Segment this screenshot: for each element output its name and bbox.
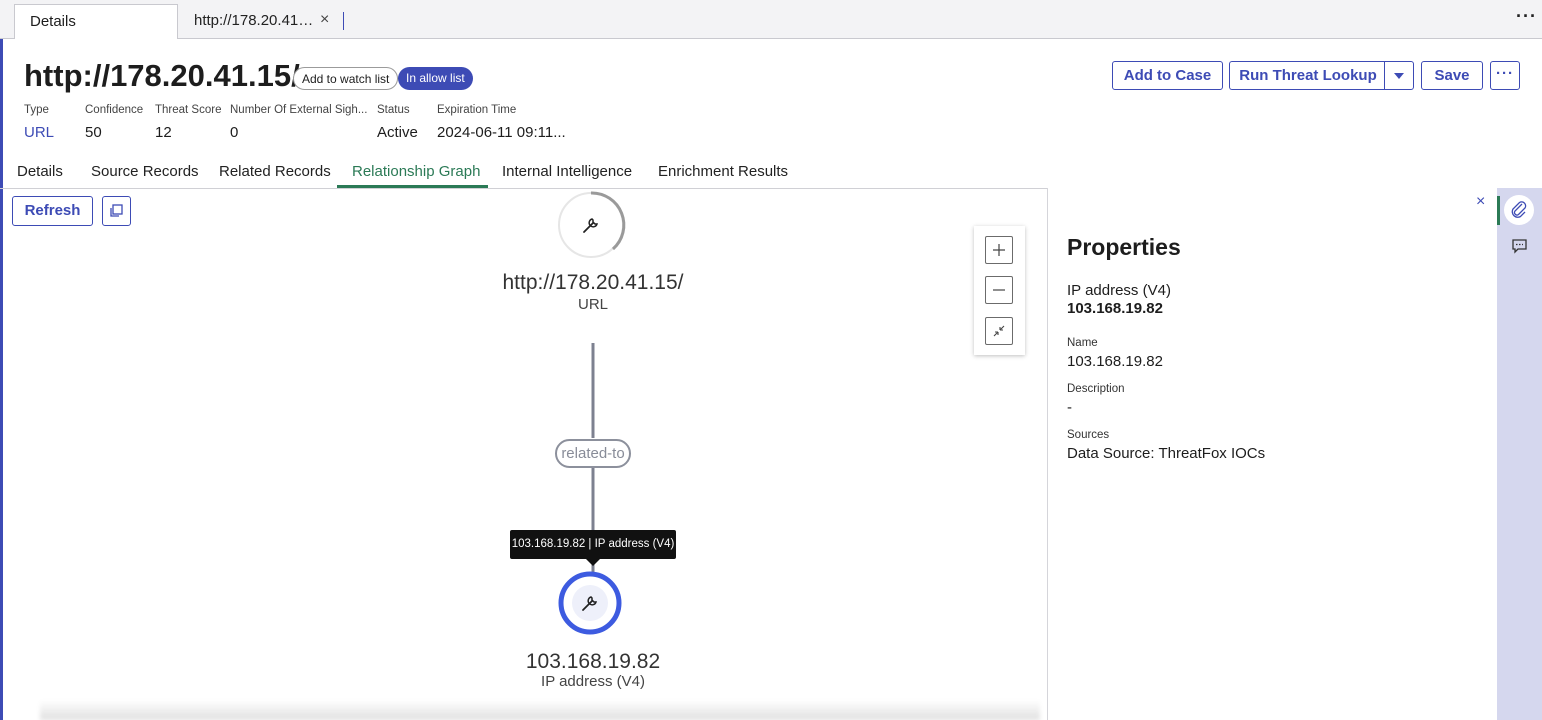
fit-view-button[interactable] [985,317,1013,345]
meta-label: Confidence [85,104,144,116]
property-sources-value: Data Source: ThreatFox IOCs [1067,445,1266,462]
more-options-icon[interactable]: ··· [1516,6,1537,27]
meta-label: Number Of External Sigh... [230,104,368,116]
threat-lookup-dropdown[interactable] [1384,61,1414,90]
tab-divider [343,12,344,30]
meta-value-type-link[interactable]: URL [24,124,54,141]
meta-expiration: Expiration Time 2024-06-11 09:11... [437,104,566,141]
meta-external-sightings: Number Of External Sigh... 0 [230,104,367,141]
page-title: http://178.20.41.15/ [24,58,300,93]
minus-icon [993,289,1005,291]
tab-details-section[interactable]: Details [17,163,63,180]
tab-details[interactable]: Details [14,4,178,39]
tab-source-records[interactable]: Source Records [91,163,199,180]
plus-icon [993,244,1005,256]
property-name-value: 103.168.19.82 [1067,353,1163,370]
tooltip-arrow [586,559,600,566]
target-node-title: 103.168.19.82 [525,650,661,673]
allow-list-badge[interactable]: In allow list [398,67,473,90]
save-button[interactable]: Save [1421,61,1483,90]
property-description-value: - [1067,399,1072,416]
tab-internal-intelligence[interactable]: Internal Intelligence [502,163,632,180]
node-tooltip: 103.168.19.82 | IP address (V4) [510,530,676,559]
tab-close-icon[interactable]: × [320,11,329,29]
zoom-out-button[interactable] [985,276,1013,304]
edge-label: related-to [561,445,625,462]
top-tab-bar: Details http://178.20.41… × ··· [0,0,1542,39]
meta-label: Threat Score [155,104,222,116]
property-name-label: Name [1067,337,1098,349]
add-to-watch-list-button[interactable]: Add to watch list [293,67,399,90]
meta-value: Active [377,124,418,141]
comments-icon[interactable] [1511,238,1528,254]
tab-enrichment-results[interactable]: Enrichment Results [658,163,788,180]
header-more-button[interactable]: ··· [1490,61,1520,90]
tab-relationship-graph[interactable]: Relationship Graph [352,163,480,180]
paperclip-icon [1511,201,1527,218]
caret-down-icon [1394,73,1404,79]
properties-title: Properties [1067,234,1181,260]
meta-threat-score: Threat Score 12 [155,104,221,141]
zoom-in-button[interactable] [985,236,1013,264]
section-tabs: Details Source Records Related Records R… [0,160,1542,189]
tab-url[interactable]: http://178.20.41… [194,12,313,29]
zoom-controls [974,226,1025,355]
meta-confidence: Confidence 50 [85,104,143,141]
property-type-label: IP address (V4) [1067,282,1171,299]
attachments-button[interactable] [1504,195,1534,225]
tab-related-records[interactable]: Related Records [219,163,331,180]
meta-value: 12 [155,124,172,141]
target-node-type: IP address (V4) [541,673,645,690]
meta-value: 2024-06-11 09:11... [437,124,566,141]
meta-label: Type [24,104,49,116]
source-node-title: http://178.20.41.15/ [502,271,684,294]
fit-icon [993,325,1005,337]
meta-status: Status Active [377,104,418,141]
rail-active-marker [1497,196,1500,225]
property-type-value: 103.168.19.82 [1067,300,1163,317]
meta-label: Status [377,104,410,116]
right-rail [1497,188,1542,720]
property-description-label: Description [1067,383,1125,395]
add-to-case-button[interactable]: Add to Case [1112,61,1223,90]
property-sources-label: Sources [1067,429,1110,441]
meta-value: 50 [85,124,102,141]
meta-type: Type URL [24,104,54,141]
relationship-graph-canvas[interactable] [0,188,1047,720]
meta-value: 0 [230,124,239,141]
close-icon[interactable]: × [1476,193,1485,211]
canvas-bottom-shadow [40,700,1040,720]
source-node-type: URL [577,296,609,313]
meta-label: Expiration Time [437,104,517,116]
run-threat-lookup-button[interactable]: Run Threat Lookup [1229,61,1386,90]
